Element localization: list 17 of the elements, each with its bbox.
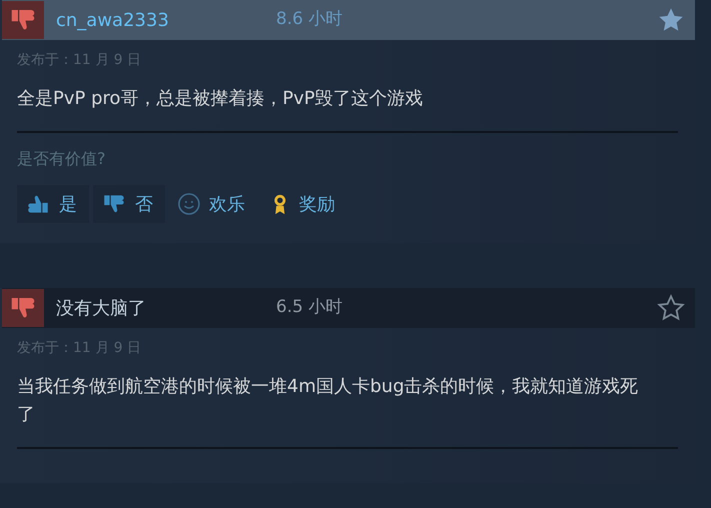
smiley-icon — [177, 192, 201, 216]
thumbs-down-icon — [2, 1, 44, 39]
award-button[interactable]: 奖励 — [261, 185, 347, 223]
playtime: 6.5 小时 — [276, 296, 342, 320]
playtime: 8.6 小时 — [276, 8, 342, 32]
thumbs-down-icon — [2, 289, 44, 327]
review-text: 当我任务做到航空港的时候被一堆4m国人卡bug击杀的时候，我就知道游戏死了 — [17, 375, 640, 427]
post-date: 发布于：11 月 9 日 — [17, 51, 142, 70]
review-text: 全是PvP pro哥，总是被撵着揍，PvP毁了这个游戏 — [17, 87, 424, 111]
author-name[interactable]: 没有大脑了 — [56, 294, 276, 322]
author-name[interactable]: cn_awa2333 — [56, 6, 276, 34]
helpful-prompt: 是否有价值? — [17, 148, 106, 170]
post-date: 发布于：11 月 9 日 — [17, 339, 142, 358]
vote-button[interactable]: 否 — [93, 185, 165, 223]
funny-button[interactable]: 欢乐 — [169, 185, 257, 223]
star-icon[interactable] — [657, 294, 685, 322]
vote-button[interactable]: 是 — [17, 185, 89, 223]
